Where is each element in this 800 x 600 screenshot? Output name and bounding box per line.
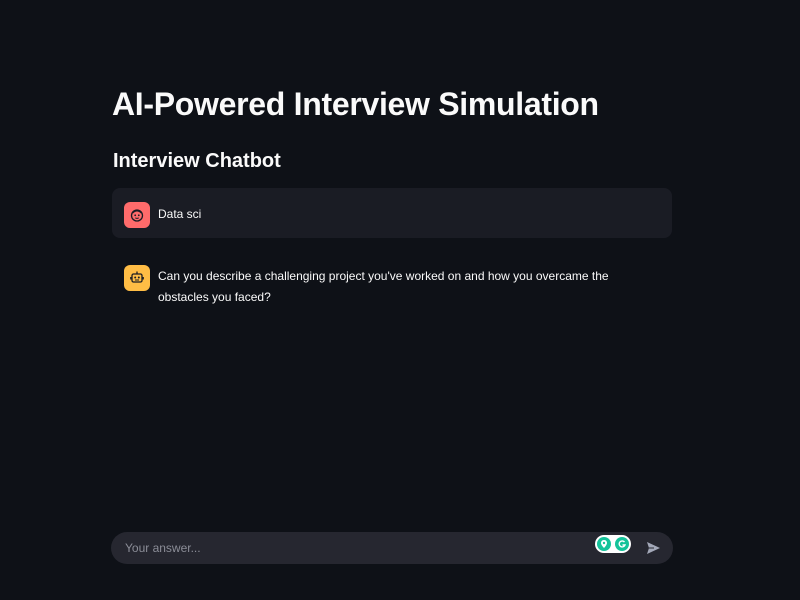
app-root: AI-Powered Interview Simulation Intervie… xyxy=(0,0,800,600)
send-icon xyxy=(646,541,661,555)
robot-icon xyxy=(124,265,150,291)
chat-message-assistant: Can you describe a challenging project y… xyxy=(112,263,672,310)
chat-input-container xyxy=(111,532,673,564)
grammarly-icon[interactable] xyxy=(615,537,629,551)
section-title: Interview Chatbot xyxy=(113,150,281,172)
location-pin-icon[interactable] xyxy=(597,537,611,551)
user-face-icon xyxy=(124,202,150,228)
chat-input[interactable] xyxy=(111,532,591,564)
chat-message-text: Can you describe a challenging project y… xyxy=(158,269,609,304)
send-button[interactable] xyxy=(645,540,661,556)
chat-message-user: Data sci xyxy=(112,188,672,238)
extension-badge[interactable] xyxy=(595,535,631,553)
chat-message-text: Data sci xyxy=(158,207,202,221)
page-title: AI-Powered Interview Simulation xyxy=(112,86,599,122)
